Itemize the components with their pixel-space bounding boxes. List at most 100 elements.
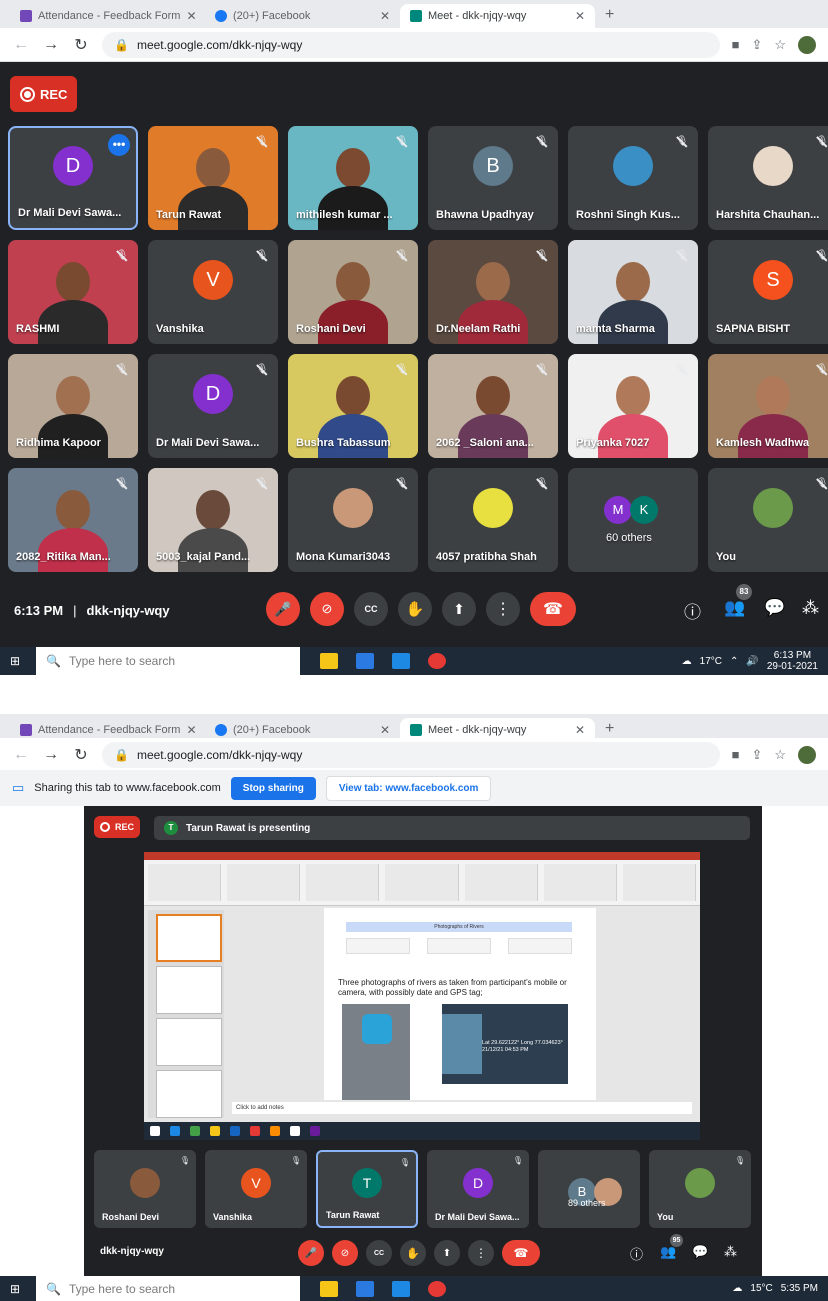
participant-tile[interactable]: 🎙 4057 pratibha Shah (428, 468, 558, 572)
raise-hand-button[interactable]: ✋ (400, 1240, 426, 1266)
participant-tile[interactable]: 🎙 2082_Ritika Man... (8, 468, 138, 572)
view-tab-button[interactable]: View tab: www.facebook.com (325, 775, 492, 801)
participant-tile[interactable]: B 🎙 Bhawna Upadhyay (428, 126, 558, 230)
leave-call-button[interactable]: ☎ (502, 1240, 540, 1266)
windows-start-icon[interactable]: ⊞ (10, 1282, 20, 1296)
participant-tile[interactable]: 🎙 RASHMI (8, 240, 138, 344)
slide-thumbnail[interactable] (156, 966, 222, 1014)
participant-tile[interactable]: 🎙 Roshani Devi (94, 1150, 196, 1228)
raise-hand-button[interactable]: ✋ (398, 592, 432, 626)
close-tab-icon[interactable]: ✕ (186, 9, 196, 23)
participant-tile[interactable]: 🎙 Harshita Chauhan... (708, 126, 828, 230)
close-tab-icon[interactable]: ✕ (380, 723, 390, 737)
share-icon[interactable]: ⇪ (751, 37, 762, 53)
mail-icon[interactable] (392, 653, 410, 669)
participant-tile[interactable]: D 🎙 Dr Mali Devi Sawa... (148, 354, 278, 458)
clock[interactable]: 6:13 PM 29-01-2021 (767, 650, 818, 672)
chrome-icon[interactable] (428, 653, 446, 669)
store-icon[interactable] (356, 653, 374, 669)
participant-tile[interactable]: 🎙 Kamlesh Wadhwa (708, 354, 828, 458)
forward-icon[interactable]: → (42, 746, 60, 764)
participant-tile[interactable]: 🎙 Mona Kumari3043 (288, 468, 418, 572)
participant-tile[interactable]: 🎙 Ridhima Kapoor (8, 354, 138, 458)
participant-tile[interactable]: 🎙 mithilesh kumar ... (288, 126, 418, 230)
close-tab-icon[interactable]: ✕ (186, 723, 196, 737)
present-button[interactable]: ⬆ (442, 592, 476, 626)
new-tab-button[interactable]: + (595, 6, 624, 24)
participant-tile[interactable]: 🎙 Roshni Singh Kus... (568, 126, 698, 230)
file-explorer-icon[interactable] (320, 653, 338, 669)
volume-icon[interactable]: 🔊 (746, 656, 758, 667)
participant-tile[interactable]: 🎙 You (708, 468, 828, 572)
participant-tile[interactable]: 🎙 2062 _Saloni ana... (428, 354, 558, 458)
camera-off-button[interactable]: ⊘ (332, 1240, 358, 1266)
participant-tile[interactable]: 🎙 You (649, 1150, 751, 1228)
participant-tile[interactable]: 🎙 Priyanka 7027 (568, 354, 698, 458)
network-icon[interactable]: ⌃ (730, 656, 738, 667)
participant-tile[interactable]: 🎙 Dr.Neelam Rathi (428, 240, 558, 344)
url-field[interactable]: 🔒 meet.google.com/dkk-njqy-wqy (102, 741, 720, 768)
mic-off-button[interactable]: 🎤 (298, 1240, 324, 1266)
url-field[interactable]: 🔒 meet.google.com/dkk-njqy-wqy (102, 31, 720, 58)
participant-tile[interactable]: V 🎙 Vanshika (205, 1150, 307, 1228)
mic-off-button[interactable]: 🎤 (266, 592, 300, 626)
captions-button[interactable]: CC (366, 1240, 392, 1266)
participant-tile[interactable]: 🎙 Roshani Devi (288, 240, 418, 344)
participant-tile[interactable]: D 🎙 Dr Mali Devi Sawa... (427, 1150, 529, 1228)
new-tab-button[interactable]: + (595, 720, 624, 738)
participant-tile[interactable]: B 89 others (538, 1150, 640, 1228)
camera-off-button[interactable]: ⊘ (310, 592, 344, 626)
participant-tile[interactable]: M K 60 others (568, 468, 698, 572)
participant-tile[interactable]: 🎙 mamta Sharma (568, 240, 698, 344)
camera-icon[interactable]: ■ (732, 37, 740, 52)
windows-start-icon[interactable]: ⊞ (10, 654, 20, 668)
participant-tile[interactable]: V 🎙 Vanshika (148, 240, 278, 344)
participant-tile[interactable]: T 🎙 Tarun Rawat (316, 1150, 418, 1228)
chat-icon[interactable]: 💬 (692, 1244, 708, 1260)
slide-thumbnail[interactable] (156, 1018, 222, 1066)
captions-button[interactable]: CC (354, 592, 388, 626)
taskbar-search[interactable]: 🔍 Type here to search (36, 647, 300, 675)
profile-avatar[interactable] (798, 35, 816, 54)
more-options-button[interactable]: ⋮ (486, 592, 520, 626)
participant-tile[interactable]: 🎙 Tarun Rawat (148, 126, 278, 230)
forward-icon[interactable]: → (42, 36, 60, 54)
close-tab-icon[interactable]: ✕ (575, 9, 585, 23)
stop-sharing-button[interactable]: Stop sharing (230, 776, 316, 800)
slide-thumbnail[interactable] (156, 1070, 222, 1118)
slide-thumbnail[interactable] (156, 914, 222, 962)
file-explorer-icon[interactable] (320, 1280, 338, 1297)
participant-tile[interactable]: S 🎙 SAPNA BISHT (708, 240, 828, 344)
people-icon[interactable]: 👥 (724, 598, 745, 618)
reload-icon[interactable]: ↻ (72, 745, 90, 765)
store-icon[interactable] (356, 1280, 374, 1297)
share-icon[interactable]: ⇪ (751, 747, 762, 763)
back-icon[interactable]: ← (12, 746, 30, 764)
browser-tab-attendance[interactable]: Attendance - Feedback Form ✕ (10, 4, 205, 28)
activities-icon[interactable]: ⁂ (802, 598, 819, 618)
browser-tab-facebook[interactable]: (20+) Facebook ✕ (205, 4, 400, 28)
profile-avatar[interactable] (798, 745, 816, 764)
present-button[interactable]: ⬆ (434, 1240, 460, 1266)
chat-icon[interactable]: 💬 (764, 598, 785, 618)
participant-tile[interactable]: 🎙 5003_kajal Pand... (148, 468, 278, 572)
close-tab-icon[interactable]: ✕ (380, 9, 390, 23)
chrome-icon[interactable] (428, 1280, 446, 1297)
browser-tab-meet[interactable]: Meet - dkk-njqy-wqy ✕ (400, 4, 595, 28)
notes-pane[interactable]: Click to add notes (232, 1102, 692, 1114)
mail-icon[interactable] (392, 1280, 410, 1297)
meeting-details-icon[interactable]: ⓘ (684, 598, 701, 623)
more-options-icon[interactable]: ••• (108, 134, 130, 156)
leave-call-button[interactable]: ☎ (530, 592, 576, 626)
bookmark-star-icon[interactable]: ☆ (774, 747, 786, 763)
more-options-button[interactable]: ⋮ (468, 1240, 494, 1266)
meeting-details-icon[interactable]: ⓘ (630, 1244, 643, 1263)
back-icon[interactable]: ← (12, 36, 30, 54)
camera-icon[interactable]: ■ (732, 747, 740, 762)
close-tab-icon[interactable]: ✕ (575, 723, 585, 737)
bookmark-star-icon[interactable]: ☆ (774, 37, 786, 53)
participant-tile[interactable]: 🎙 Bushra Tabassum (288, 354, 418, 458)
taskbar-search[interactable]: 🔍 Type here to search (36, 1276, 300, 1301)
activities-icon[interactable]: ⁂ (724, 1244, 737, 1260)
reload-icon[interactable]: ↻ (72, 35, 90, 55)
